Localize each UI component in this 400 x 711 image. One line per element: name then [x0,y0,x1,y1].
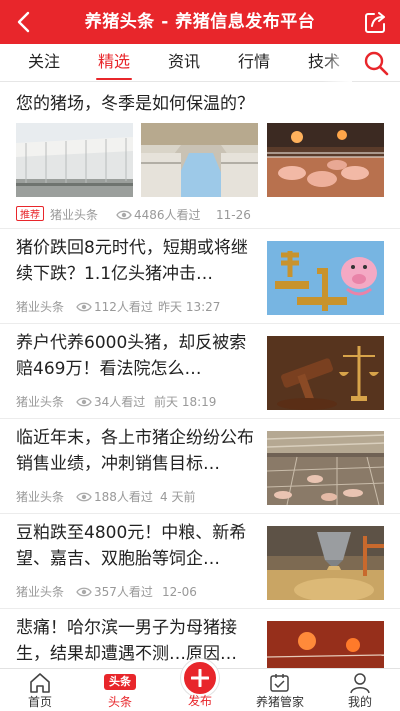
article-time: 前天 18:19 [154,395,217,409]
recommend-badge: 推荐 [16,206,44,221]
article-meta: 猪业头条 112人看过 昨天 13:27 [16,298,256,316]
article-time: 12-06 [162,585,197,599]
headline-badge-icon: 头条 [104,674,136,690]
article-time: 4 天前 [160,490,196,504]
pig-pen-heat-lamp-image [267,123,384,197]
calendar-manager-icon [270,674,289,692]
article-views: 4486人看过 [134,208,201,222]
tab-market[interactable]: 行情 [224,44,284,82]
nav-label: 首页 [27,695,52,709]
article-item[interactable]: 猪价跌回8元时代，短期或将继续下跌？1.1亿头猪冲击… 猪业头条 112人看过 … [0,229,400,324]
soybean-meal-image [267,526,384,600]
nav-mine[interactable]: 我的 [320,669,400,711]
article-views: 188人看过 [94,490,153,504]
article-views: 357人看过 [94,585,153,599]
article-views: 34人看过 [94,395,146,409]
article-views: 112人看过 [94,300,153,314]
publish-label: 发布 [187,694,212,708]
tab-follow[interactable]: 关注 [14,44,74,82]
plus-icon [181,659,219,697]
article-source: 猪业头条 [16,585,65,599]
article-source: 猪业头条 [16,395,65,409]
article-source: 猪业头条 [50,208,99,222]
article-title: 养户代养6000头猪，却反被索赔469万！看法院怎么… [16,333,247,379]
article-item[interactable]: 养户代养6000头猪，却反被索赔469万！看法院怎么… 猪业头条 34人看过 前… [0,324,400,419]
pig-price-cartoon-image [267,241,384,315]
barn-interior-image [141,123,258,197]
eye-icon [76,587,92,597]
eye-icon [116,210,132,220]
gavel-scales-image [267,336,384,410]
search-icon[interactable] [360,47,392,79]
pig-farm-hall-image [267,431,384,505]
person-icon [350,673,370,694]
article-meta: 猪业头条 357人看过 12-06 [16,583,256,601]
article-title: 豆粕跌至4800元！中粮、新希望、嘉吉、双胞胎等饲企… [16,523,247,569]
page-title: 养猪头条 - 养猪信息发布平台 [84,12,316,32]
tab-featured[interactable]: 精选 [84,44,144,82]
article-title: 您的猪场，冬季是如何保温的？ [16,94,254,114]
publish-button[interactable]: 发布 [160,656,240,711]
nav-label: 我的 [347,695,372,709]
share-icon[interactable] [360,6,392,38]
article-title: 猪价跌回8元时代，短期或将继续下跌？1.1亿头猪冲击… [16,238,248,284]
article-item[interactable]: 临近年末，各上市猪企纷纷公布销售业绩，冲刺销售目标… 猪业头条 188人看过 4… [0,419,400,514]
tab-news[interactable]: 资讯 [154,44,214,82]
eye-icon [76,397,92,407]
featured-article[interactable]: 您的猪场，冬季是如何保温的？ 推荐 猪业头条 4486人看过 11-26 [0,83,400,229]
barn-curtain-image [16,123,133,197]
nav-label: 养猪管家 [255,695,304,709]
nav-label: 头条 [107,695,132,709]
eye-icon [76,302,92,312]
article-time: 昨天 13:27 [158,300,221,314]
news-feed: 您的猪场，冬季是如何保温的？ 推荐 猪业头条 4486人看过 11-26 猪价跌… [0,83,400,668]
nav-home[interactable]: 首页 [0,669,80,711]
app-header: 养猪头条 - 养猪信息发布平台 [0,0,400,44]
article-source: 猪业头条 [16,490,65,504]
nav-pig-manager[interactable]: 养猪管家 [240,669,320,711]
article-meta: 推荐 猪业头条 4486人看过 11-26 [16,206,384,224]
article-source: 猪业头条 [16,300,65,314]
tabs-fade [322,44,352,82]
article-meta: 猪业头条 34人看过 前天 18:19 [16,393,256,411]
back-arrow-icon[interactable] [8,6,40,38]
article-time: 11-26 [216,208,251,222]
home-icon [30,673,50,693]
nav-headlines[interactable]: 头条 头条 [80,669,160,711]
category-tabs: 关注 精选 资讯 行情 技术 [0,44,400,82]
article-title: 临近年末，各上市猪企纷纷公布销售业绩，冲刺销售目标… [16,428,254,474]
eye-icon [76,492,92,502]
pig-pen-red-lamp-image [267,621,384,668]
article-meta: 猪业头条 188人看过 4 天前 [16,488,256,506]
article-item[interactable]: 豆粕跌至4800元！中粮、新希望、嘉吉、双胞胎等饲企… 猪业头条 357人看过 … [0,514,400,609]
